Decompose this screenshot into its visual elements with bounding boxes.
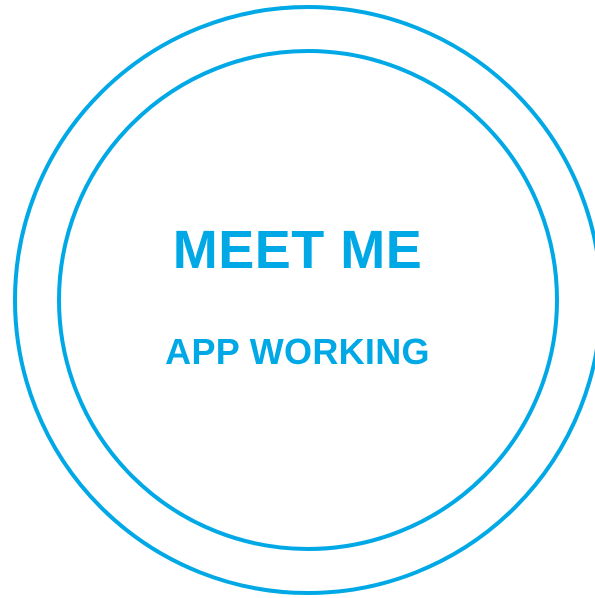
outer-ring	[13, 5, 595, 595]
logo-badge: MEET ME APP WORKING	[0, 0, 595, 598]
logo-rings	[13, 5, 595, 595]
inner-ring	[57, 49, 559, 551]
